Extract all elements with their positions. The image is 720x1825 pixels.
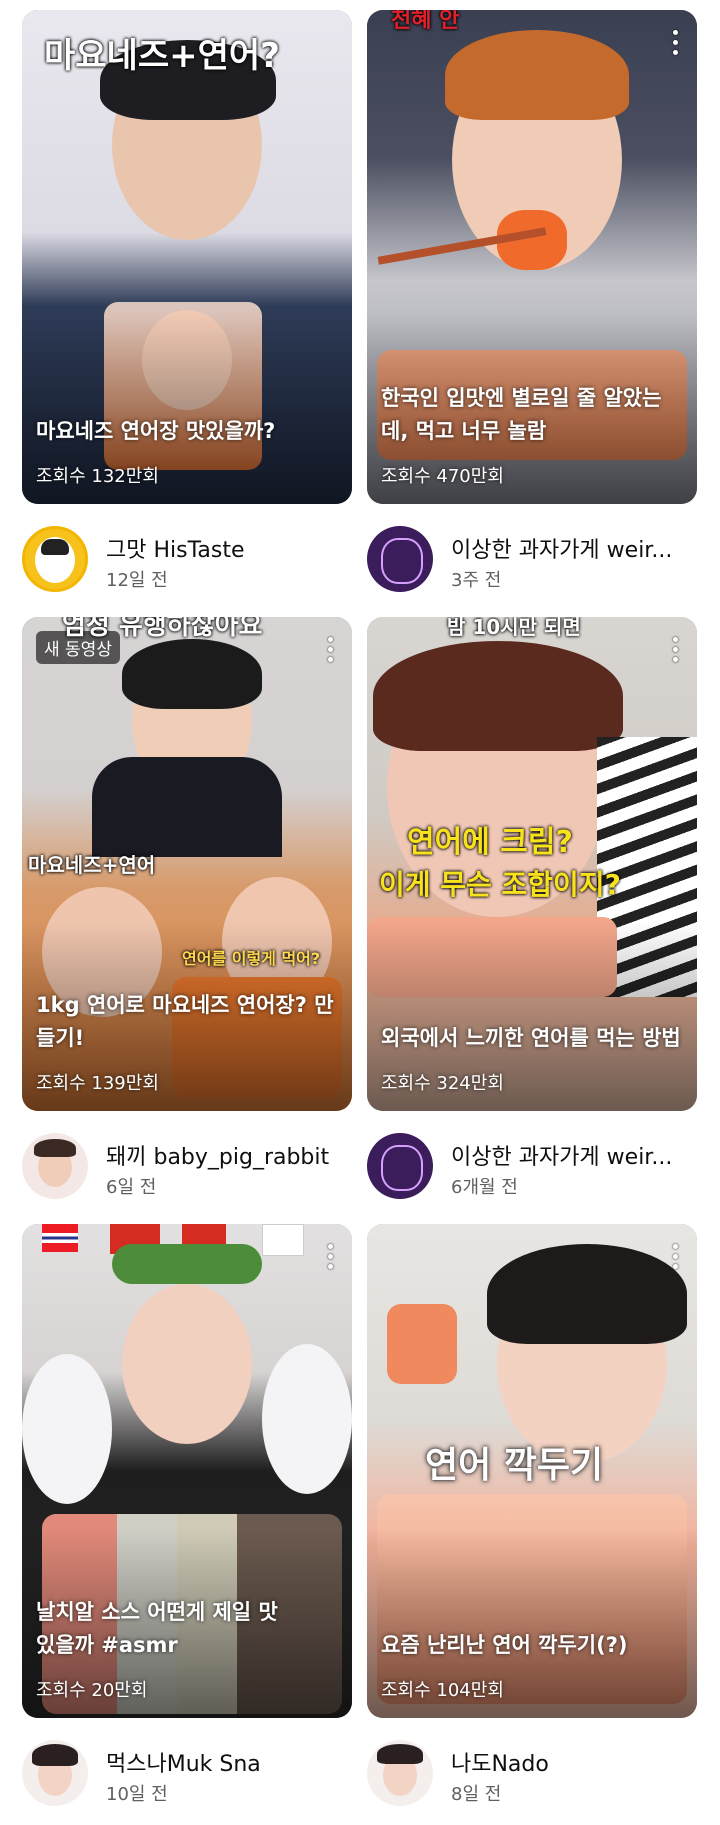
video-title: 날치알 소스 어떤게 제일 맛있을까 #asmr xyxy=(36,1600,278,1657)
more-vert-icon[interactable] xyxy=(673,1244,679,1274)
thumbnail-overlay-text: 연어에 크림? xyxy=(407,825,573,860)
upload-age: 12일 전 xyxy=(106,570,168,591)
channel-name[interactable]: 돼끼 baby_pig_rabbit xyxy=(106,1139,346,1171)
thumbnail-overlay-text: 연어 깍두기 xyxy=(425,1445,604,1486)
thumbnail-overlay-text: 밤 10시만 되면 xyxy=(447,617,581,639)
upload-age: 10일 전 xyxy=(106,1784,168,1805)
thumbnail-overlay-text: 이게 무슨 조합이지? xyxy=(379,868,621,901)
channel-name[interactable]: 그맛 HisTaste xyxy=(106,532,346,564)
view-count: 조회수 139만회 xyxy=(36,1073,159,1094)
channel-avatar[interactable] xyxy=(22,1133,88,1199)
video-title: 외국에서 느끼한 연어를 먹는 방법 xyxy=(381,1026,681,1050)
view-count: 조회수 20만회 xyxy=(36,1680,148,1701)
channel-name[interactable]: 이상한 과자가게 weir... xyxy=(451,1139,691,1171)
video-thumbnail[interactable]: 밤 10시만 되면 연어에 크림? 이게 무슨 조합이지? 외국에서 느끼한 연… xyxy=(367,617,697,1111)
view-count: 조회수 470만회 xyxy=(381,466,504,487)
more-vert-icon[interactable] xyxy=(673,30,679,60)
channel-avatar[interactable] xyxy=(22,1740,88,1806)
video-title: 1kg 연어로 마요네즈 연어장? 만들기! xyxy=(36,993,334,1050)
video-title: 마요네즈 연어장 맛있을까? xyxy=(36,419,276,443)
channel-name[interactable]: 먹스나Muk Sna xyxy=(106,1746,346,1778)
channel-avatar[interactable] xyxy=(22,526,88,592)
more-vert-icon[interactable] xyxy=(673,637,679,667)
channel-avatar[interactable] xyxy=(367,526,433,592)
video-thumbnail[interactable]: 천혜 안 한국인 입맛엔 별로일 줄 알았는데, 먹고 너무 놀람 조회수 47… xyxy=(367,10,697,504)
upload-age: 6일 전 xyxy=(106,1177,157,1198)
channel-avatar[interactable] xyxy=(367,1740,433,1806)
view-count: 조회수 132만회 xyxy=(36,466,159,487)
upload-age: 6개월 전 xyxy=(451,1177,518,1198)
view-count: 조회수 324만회 xyxy=(381,1073,504,1094)
upload-age: 8일 전 xyxy=(451,1784,502,1805)
thumbnail-overlay-text: 마요네즈+연어? xyxy=(44,36,280,76)
video-thumbnail[interactable]: 새 동영상 엄청 유행하잖아요 마요네즈+연어 연어를 이렇게 먹어? 1kg … xyxy=(22,617,352,1111)
thumbnail-overlay-text: 엄청 유행하잖아요 xyxy=(62,617,263,641)
view-count: 조회수 104만회 xyxy=(381,1680,504,1701)
channel-name[interactable]: 이상한 과자가게 weir... xyxy=(451,532,691,564)
video-title: 한국인 입맛엔 별로일 줄 알았는데, 먹고 너무 놀람 xyxy=(381,386,662,443)
thumbnail-overlay-text: 마요네즈+연어 xyxy=(28,853,156,877)
video-title: 요즘 난리난 연어 깍두기(?) xyxy=(381,1633,628,1657)
thumbnail-overlay-text: 연어를 이렇게 먹어? xyxy=(182,949,321,968)
channel-avatar[interactable] xyxy=(367,1133,433,1199)
channel-name[interactable]: 나도Nado xyxy=(451,1746,691,1778)
video-thumbnail[interactable]: 날치알 소스 어떤게 제일 맛있을까 #asmr 조회수 20만회 xyxy=(22,1224,352,1718)
upload-age: 3주 전 xyxy=(451,570,502,591)
thumbnail-overlay-text: 천혜 안 xyxy=(391,10,460,33)
video-thumbnail[interactable]: 연어 깍두기 요즘 난리난 연어 깍두기(?) 조회수 104만회 xyxy=(367,1224,697,1718)
video-thumbnail[interactable]: 마요네즈+연어? 마요네즈 연어장 맛있을까? 조회수 132만회 xyxy=(22,10,352,504)
more-vert-icon[interactable] xyxy=(328,637,334,667)
more-vert-icon[interactable] xyxy=(328,1244,334,1274)
